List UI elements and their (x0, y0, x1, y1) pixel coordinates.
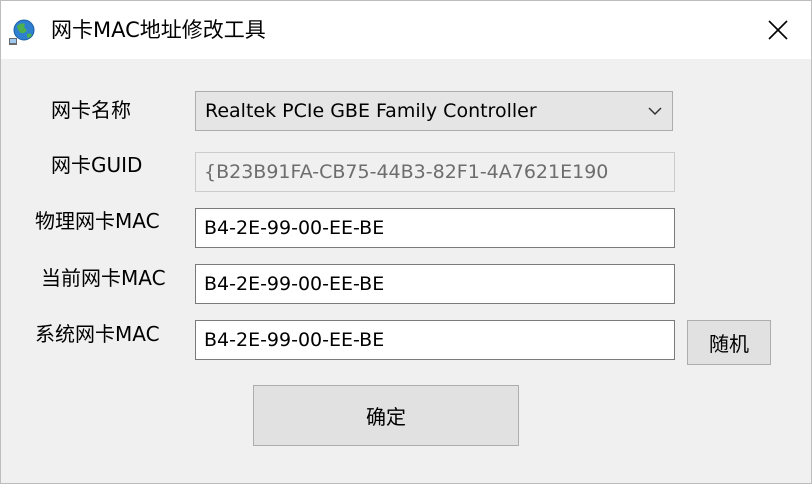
adapter-name-select[interactable]: Realtek PCIe GBE Family Controller (195, 91, 673, 131)
random-button[interactable]: 随机 (687, 320, 771, 365)
physical-mac-label: 物理网卡MAC (35, 209, 160, 233)
close-icon (768, 20, 788, 40)
system-mac-field[interactable] (195, 320, 675, 360)
window-title: 网卡MAC地址修改工具 (51, 18, 266, 42)
close-button[interactable] (745, 1, 811, 59)
adapter-name-value: Realtek PCIe GBE Family Controller (205, 100, 537, 122)
ok-button[interactable]: 确定 (253, 385, 519, 446)
title-bar: 网卡MAC地址修改工具 (1, 1, 811, 59)
app-window: 网卡MAC地址修改工具 网卡名称 Realtek PCIe GBE Family… (0, 0, 812, 484)
guid-label: 网卡GUID (51, 153, 143, 177)
physical-mac-field[interactable] (195, 208, 675, 248)
network-globe-icon (9, 19, 35, 45)
current-mac-field[interactable] (195, 264, 675, 304)
chevron-down-icon (638, 92, 672, 130)
guid-field (195, 152, 675, 192)
system-mac-label: 系统网卡MAC (35, 322, 160, 346)
adapter-name-label: 网卡名称 (51, 98, 131, 122)
current-mac-label: 当前网卡MAC (41, 266, 166, 290)
